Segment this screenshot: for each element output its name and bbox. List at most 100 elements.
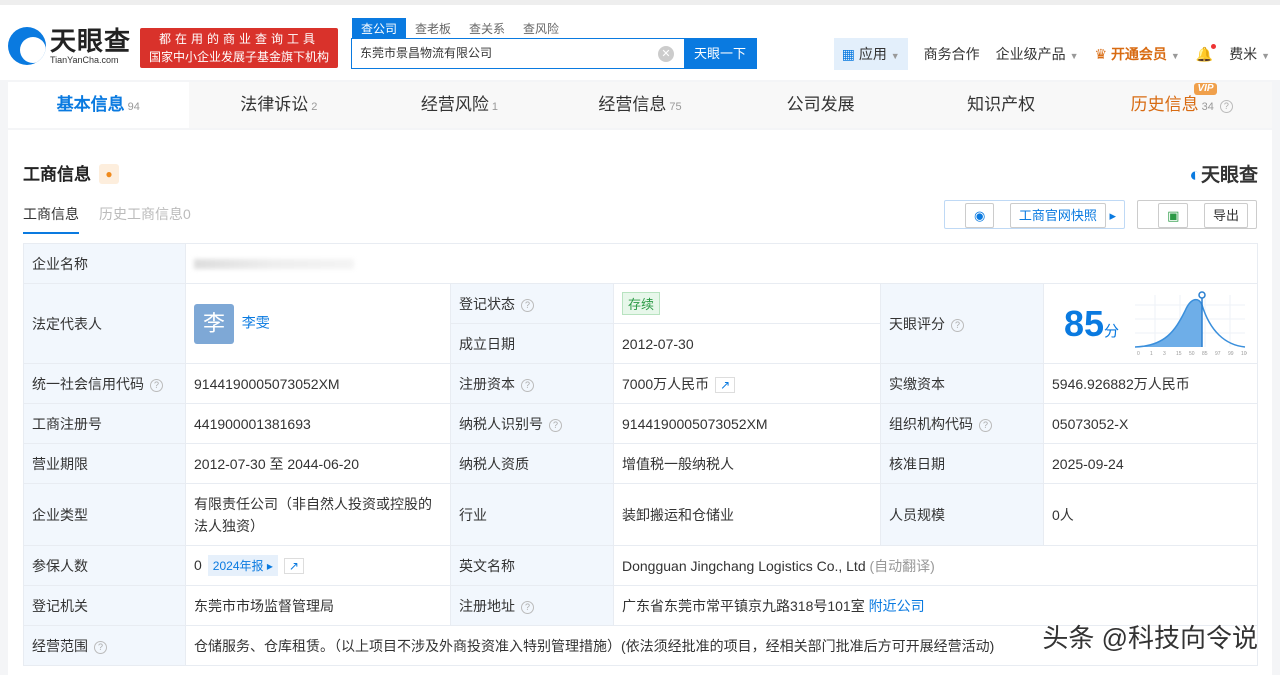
search-tab[interactable]: 查关系	[460, 18, 514, 39]
slogan-line: 国家中小企业发展子基金旗下机构	[148, 50, 329, 64]
business-link[interactable]: 商务合作	[924, 44, 980, 64]
business-info-card: 工商信息 ● ◐天眼查 工商信息 历史工商信息0 ◉ 工商官网快照 ▸ ▣ 导出 …	[8, 130, 1272, 675]
subtab-history[interactable]: 历史工商信息0	[99, 204, 191, 234]
search-button[interactable]: 天眼一下	[684, 39, 756, 68]
tab-label: 知识产权	[967, 95, 1036, 114]
score-tick-label: 0	[1137, 351, 1140, 357]
tab-operation[interactable]: 经营信息 75	[550, 82, 731, 128]
tab-label: 公司发展	[786, 95, 855, 114]
score-tick-label: 100	[1241, 351, 1247, 357]
search-tab[interactable]: 查公司	[352, 18, 407, 39]
top-nav: ▦ 应用 ▼ 商务合作 企业级产品 ▼ ♛ 开通会员 ▼ 🔔 费米 ▼	[833, 38, 1270, 70]
export-label: 导出	[1203, 203, 1248, 228]
search-tab[interactable]: 查风险	[514, 18, 568, 39]
tab-count: 2	[311, 101, 318, 113]
legal-rep: 李 李雯	[185, 283, 451, 364]
help-icon[interactable]: ?	[979, 418, 992, 432]
bell-icon[interactable]: 🔔	[1196, 43, 1217, 63]
subtab-business-info[interactable]: 工商信息	[23, 204, 79, 234]
tab-label: 经营信息	[598, 95, 667, 114]
score-area	[1135, 299, 1202, 347]
slogan-banner[interactable]: 都在用的商业查询工具 国家中小企业发展子基金旗下机构	[140, 28, 338, 68]
approval-date: 2025-09-24	[1043, 443, 1258, 484]
tab-label: 法律诉讼	[240, 95, 309, 114]
label: 注册资本?	[450, 363, 614, 404]
logo[interactable]: 天眼查 TianYanCha.com	[8, 27, 131, 65]
excel-icon: ▣	[1158, 203, 1189, 228]
help-icon[interactable]: ?	[150, 378, 163, 392]
help-icon[interactable]: ?	[521, 600, 534, 614]
tab-basic-info[interactable]: 基本信息 94	[8, 82, 189, 128]
brand-logo: ◐天眼查	[1190, 160, 1259, 187]
search-tab[interactable]: 查老板	[406, 18, 460, 39]
help-icon[interactable]: ?	[94, 640, 107, 654]
tab-label: 基本信息	[56, 95, 125, 114]
tab-ip[interactable]: 知识产权	[911, 82, 1092, 128]
label: 注册地址?	[450, 585, 614, 626]
label-text: 组织机构代码	[889, 415, 973, 432]
label: 核准日期	[880, 443, 1044, 484]
authority: 东莞市市场监督管理局	[185, 585, 451, 626]
help-icon[interactable]: ?	[521, 378, 534, 392]
help-icon[interactable]: ?	[549, 418, 562, 432]
caret-down-icon: ▼	[890, 51, 900, 61]
label: 人员规模	[880, 483, 1044, 546]
nearby-companies-link[interactable]: 附近公司	[869, 598, 925, 614]
logo-mark-icon	[8, 27, 46, 65]
score-value: 85分	[1064, 303, 1119, 345]
credit-code: 9144190005073052XM	[185, 363, 451, 404]
caret-down-icon: ▼	[1069, 51, 1079, 61]
tab-legal[interactable]: 法律诉讼 2	[189, 82, 370, 128]
trend-chart-icon[interactable]: ↗	[283, 558, 304, 574]
caret-down-icon: ▼	[1261, 51, 1270, 61]
label: 统一社会信用代码?	[23, 363, 186, 404]
auto-translate-note: (自动翻译)	[869, 557, 935, 574]
annual-report-link[interactable]: 2024年报 ▸	[207, 555, 278, 576]
tab-history[interactable]: VIP 历史信息 34?	[1091, 82, 1272, 128]
main-tabs: 基本信息 94 法律诉讼 2 经营风险 1 经营信息 75 公司发展 知识产权 VIP 历…	[8, 82, 1272, 128]
legal-rep-link[interactable]: 李雯	[242, 314, 270, 330]
snapshot-button[interactable]: ◉ 工商官网快照 ▸	[943, 200, 1126, 229]
section-title-text: 工商信息	[23, 165, 91, 184]
help-icon[interactable]: ?	[1219, 100, 1233, 113]
score-cell[interactable]: 85分 0131550859799100	[1043, 283, 1258, 364]
label: 英文名称	[450, 545, 614, 586]
label: 企业名称	[23, 243, 186, 284]
vip-menu[interactable]: ♛ 开通会员 ▼	[1094, 44, 1179, 64]
insured-count: 0	[194, 557, 202, 573]
slogan-line: 都在用的商业查询工具	[158, 32, 319, 46]
tax-id: 9144190005073052XM	[613, 403, 881, 444]
label: 实缴资本	[880, 363, 1044, 404]
tab-risk[interactable]: 经营风险 1	[369, 82, 550, 128]
vip-label: 开通会员	[1110, 46, 1167, 62]
apps-label: 应用	[858, 46, 887, 62]
label: 纳税人识别号?	[450, 403, 614, 444]
help-icon[interactable]: ?	[951, 318, 964, 332]
label: 成立日期	[450, 323, 614, 364]
export-button[interactable]: ▣ 导出	[1137, 200, 1257, 229]
tab-count: 34	[1201, 101, 1214, 113]
tab-development[interactable]: 公司发展	[730, 82, 911, 128]
user-menu[interactable]: 费米 ▼	[1229, 44, 1270, 64]
score-tick-label: 97	[1215, 351, 1221, 357]
help-icon[interactable]: ?	[521, 298, 534, 312]
label-text: 统一社会信用代码	[32, 375, 144, 392]
score-distribution-chart: 0 1 3 15 50 85 97 99 100	[1135, 290, 1247, 357]
label-text: 注册资本	[459, 375, 515, 392]
label: 参保人数	[23, 545, 186, 586]
tab-count: 75	[669, 101, 682, 113]
trend-chart-icon[interactable]: ↗	[715, 376, 736, 393]
label: 法定代表人	[23, 283, 186, 364]
status-cell: 存续	[613, 283, 881, 324]
top-bar: 天眼查 TianYanCha.com 都在用的商业查询工具 国家中小企业发展子基金旗…	[0, 0, 1280, 80]
brand-text: 天眼查	[1200, 165, 1258, 186]
industry: 装卸搬运和仓储业	[613, 483, 881, 546]
enterprise-menu[interactable]: 企业级产品 ▼	[996, 44, 1079, 64]
insured-cell: 0 2024年报 ▸ ↗	[185, 545, 451, 586]
label: 登记机关	[23, 585, 186, 626]
clear-icon[interactable]: ✕	[658, 46, 674, 62]
bell-icon[interactable]: ●	[99, 164, 119, 184]
label-text: 天眼评分	[889, 315, 945, 332]
search-input[interactable]: 东莞市景昌物流有限公司	[352, 39, 648, 68]
apps-menu[interactable]: ▦ 应用 ▼	[833, 38, 908, 70]
